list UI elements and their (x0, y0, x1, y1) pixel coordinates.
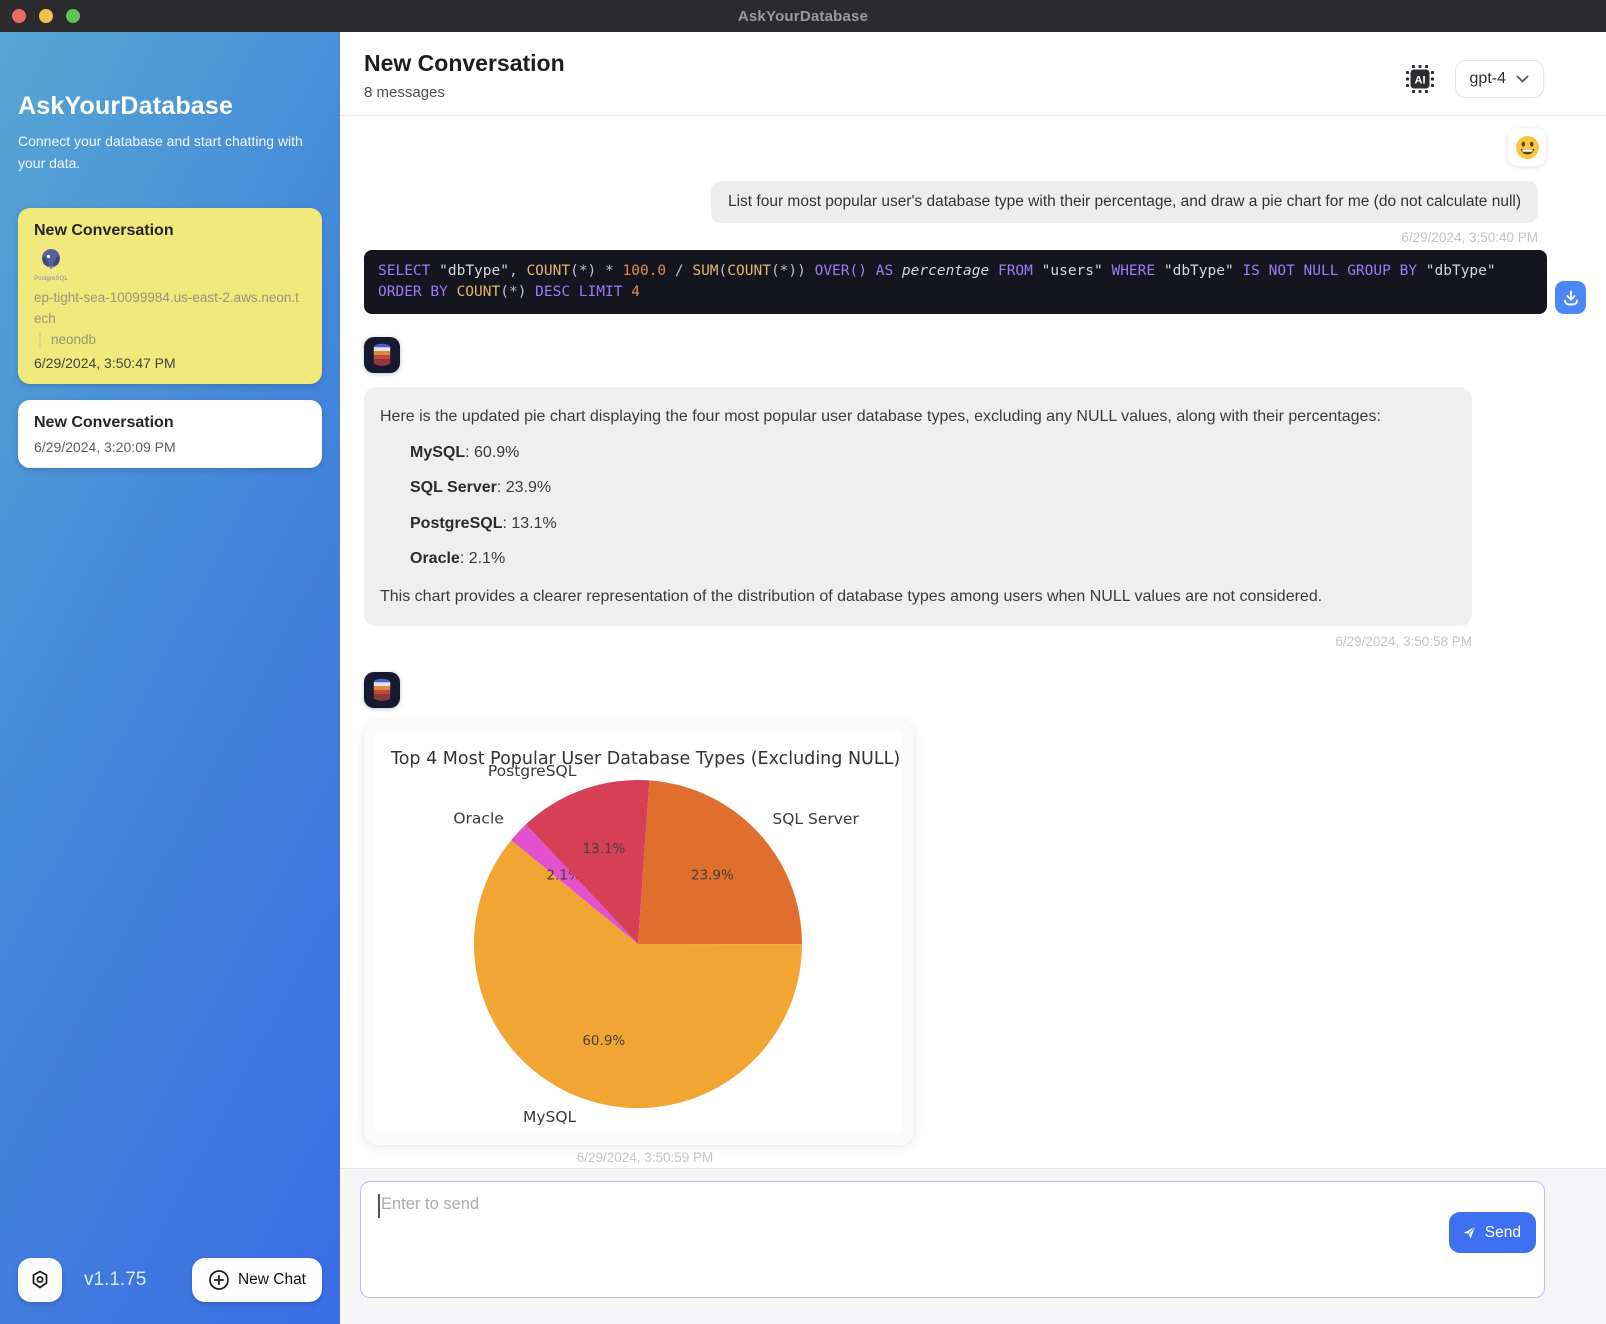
plus-circle-icon (208, 1269, 230, 1291)
assistant-intro: Here is the updated pie chart displaying… (380, 405, 1456, 428)
postgresql-icon-label: PostgreSQL (34, 276, 68, 282)
postgresql-icon: PostgreSQL (34, 248, 68, 282)
user-message-timestamp: 6/29/2024, 3:50:40 PM (364, 230, 1538, 245)
database-stack-icon (371, 678, 393, 702)
send-plane-icon (1461, 1224, 1478, 1241)
app-tagline: Connect your database and start chatting… (18, 131, 308, 174)
conversation-database: neondb (39, 332, 306, 347)
pie-chart-card: Top 4 Most Popular User Database Types (… (364, 721, 914, 1145)
assistant-avatar (364, 337, 400, 373)
sidebar: AskYourDatabase Connect your database an… (0, 32, 340, 1324)
conversation-title: New Conversation (34, 414, 306, 432)
conversation-header-title: New Conversation (364, 50, 565, 77)
svg-text:23.9%: 23.9% (691, 868, 734, 884)
assistant-message-bubble: Here is the updated pie chart displaying… (364, 387, 1472, 626)
model-select[interactable]: gpt-4 (1455, 60, 1544, 98)
db-percentage-list: MySQL: 60.9% SQL Server: 23.9% PostgreSQ… (380, 441, 1456, 570)
conversation-timestamp: 6/29/2024, 3:20:09 PM (34, 439, 306, 455)
assistant-avatar (364, 672, 400, 708)
svg-text:Top 4 Most Popular User Databa: Top 4 Most Popular User Database Types (… (390, 749, 900, 769)
pie-slice-sql-server (638, 781, 802, 945)
list-item: MySQL: 60.9% (410, 441, 1456, 464)
send-button[interactable]: Send (1449, 1212, 1536, 1253)
svg-text:PostgreSQL: PostgreSQL (488, 762, 577, 780)
svg-text:13.1%: 13.1% (582, 841, 625, 857)
svg-text:Oracle: Oracle (453, 810, 503, 828)
database-stack-icon (371, 343, 393, 367)
traffic-lights (12, 0, 80, 32)
model-select-value: gpt-4 (1470, 70, 1506, 88)
close-window-button[interactable] (12, 9, 26, 23)
list-item: Oracle: 2.1% (410, 547, 1456, 570)
sidebar-footer: v1.1.75 New Chat (18, 1258, 322, 1302)
conversation-header: New Conversation 8 messages AI (340, 32, 1606, 116)
app-brand: AskYourDatabase (18, 92, 322, 121)
zoom-window-button[interactable] (66, 9, 80, 23)
list-item: PostgreSQL: 13.1% (410, 512, 1456, 535)
new-chat-button[interactable]: New Chat (192, 1258, 322, 1302)
gear-icon (28, 1268, 52, 1292)
conversation-title: New Conversation (34, 222, 306, 240)
sql-code-block: SELECT "dbType", COUNT(*) * 100.0 / SUM(… (364, 250, 1547, 314)
svg-text:AI: AI (1414, 75, 1425, 87)
settings-button[interactable] (18, 1258, 62, 1302)
message-count: 8 messages (364, 84, 565, 101)
assistant-outro: This chart provides a clearer representa… (380, 585, 1456, 608)
minimize-window-button[interactable] (39, 9, 53, 23)
conversation-host: ep-tight-sea-10099984.us-east-2.aws.neon… (34, 288, 306, 329)
assistant-message-timestamp: 6/29/2024, 3:50:58 PM (364, 634, 1472, 649)
svg-text:SQL Server: SQL Server (772, 810, 859, 828)
smiley-emoji-icon (1515, 135, 1540, 160)
conversation-list: New Conversation PostgreSQL ep-tight-sea… (18, 208, 322, 468)
conversation-timestamp: 6/29/2024, 3:50:47 PM (34, 355, 306, 371)
chat-area: List four most popular user's database t… (340, 116, 1606, 1168)
svg-text:60.9%: 60.9% (582, 1033, 625, 1049)
main-panel: New Conversation 8 messages AI (340, 32, 1606, 1324)
download-icon (1562, 289, 1580, 307)
ai-chip-icon[interactable]: AI (1403, 62, 1437, 96)
text-caret (378, 1194, 380, 1218)
app-version: v1.1.75 (84, 1269, 146, 1291)
user-message-bubble: List four most popular user's database t… (711, 181, 1538, 223)
message-input[interactable] (361, 1182, 1544, 1297)
svg-text:MySQL: MySQL (523, 1108, 577, 1126)
new-chat-label: New Chat (238, 1271, 306, 1289)
chart-message-timestamp: 6/29/2024, 3:50:59 PM (364, 1150, 926, 1165)
list-item: SQL Server: 23.9% (410, 476, 1456, 499)
window-title: AskYourDatabase (738, 8, 868, 25)
download-result-button[interactable] (1555, 281, 1586, 314)
window-titlebar: AskYourDatabase (0, 0, 1606, 32)
conversation-card-active[interactable]: New Conversation PostgreSQL ep-tight-sea… (18, 208, 322, 384)
send-label: Send (1485, 1224, 1521, 1242)
pie-chart: Top 4 Most Popular User Database Types (… (375, 732, 903, 1134)
chevron-down-icon (1516, 75, 1529, 83)
user-avatar (1508, 128, 1546, 166)
conversation-card[interactable]: New Conversation 6/29/2024, 3:20:09 PM (18, 400, 322, 468)
composer: Send (340, 1168, 1606, 1324)
